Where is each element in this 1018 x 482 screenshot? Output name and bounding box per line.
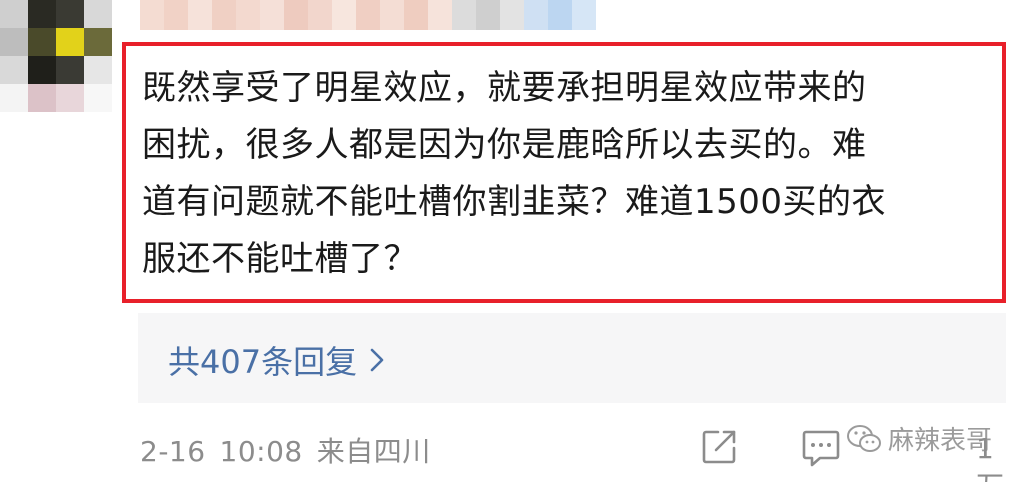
comment-location: 来自四川 xyxy=(316,435,431,468)
avatar[interactable] xyxy=(0,0,112,112)
comment-time: 10:08 xyxy=(219,435,303,468)
like-count[interactable]: 1万 xyxy=(976,432,1018,482)
comment-meta: 2-16 10:08 来自四川 xyxy=(140,430,431,470)
wechat-icon xyxy=(846,424,882,454)
chevron-right-icon xyxy=(369,347,385,373)
share-icon[interactable] xyxy=(700,428,740,466)
comment-line: 服还不能吐槽了？ xyxy=(142,239,418,279)
watermark: 麻辣表哥 xyxy=(846,420,992,457)
comment-line: 既然享受了明星效应，就要承担明星效应带来的 xyxy=(142,68,867,108)
username-blurred[interactable] xyxy=(140,0,596,30)
comment-highlight-box: 既然享受了明星效应，就要承担明星效应带来的 困扰，很多人都是因为你是鹿晗所以去买… xyxy=(122,42,1006,303)
replies-count-label: 共407条回复 xyxy=(168,343,358,381)
comment-line: 困扰，很多人都是因为你是鹿晗所以去买的。难 xyxy=(142,125,867,165)
view-replies-link[interactable]: 共407条回复 xyxy=(168,337,385,383)
comment-date: 2-16 xyxy=(140,435,206,468)
comment-icon[interactable] xyxy=(800,428,842,468)
comment-text: 既然享受了明星效应，就要承担明星效应带来的 困扰，很多人都是因为你是鹿晗所以去买… xyxy=(142,60,992,288)
comment-card: 既然享受了明星效应，就要承担明星效应带来的 困扰，很多人都是因为你是鹿晗所以去买… xyxy=(0,0,1018,482)
comment-line: 道有问题就不能吐槽你割韭菜？难道1500买的衣 xyxy=(142,182,887,222)
replies-panel: 共407条回复 xyxy=(138,313,1006,403)
